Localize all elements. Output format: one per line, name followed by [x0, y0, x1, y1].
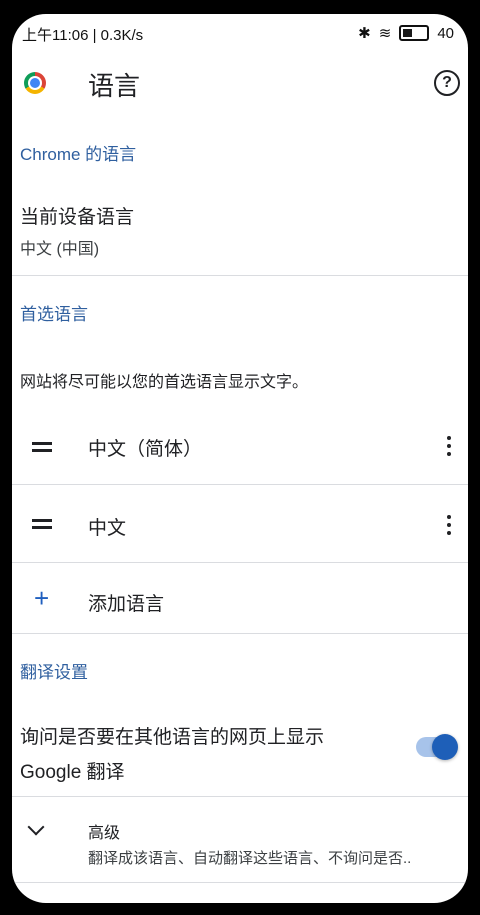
device-frame: 上午11:06 | 0.3K/s ✱ ≋ 40 语言 ? Chrome 的语言 …: [0, 0, 480, 915]
advanced-row[interactable]: 高级 翻译成该语言、自动翻译这些语言、不询问是否..: [12, 797, 468, 877]
device-language-label: 当前设备语言: [20, 207, 135, 228]
bluetooth-icon: ✱: [358, 25, 371, 42]
language-item-1[interactable]: 中文（简体）: [12, 408, 468, 484]
section-preferred-languages: 首选语言: [20, 305, 88, 324]
drag-handle-icon[interactable]: [32, 442, 52, 452]
battery-percent: 40: [437, 24, 454, 42]
more-vert-icon[interactable]: [446, 434, 452, 456]
status-time: 上午11:06 | 0.3K/s: [22, 27, 144, 44]
app-bar: 语言 ?: [12, 54, 468, 114]
status-bar: 上午11:06 | 0.3K/s ✱ ≋ 40: [12, 14, 468, 54]
device-language-value: 中文 (中国): [20, 241, 100, 258]
language-item-label: 中文（简体）: [88, 439, 203, 460]
translate-offer-row[interactable]: 询问是否要在其他语言的网页上显示 Google 翻译: [20, 722, 400, 784]
section-translate-settings: 翻译设置: [20, 663, 88, 682]
drag-handle-icon[interactable]: [32, 519, 52, 529]
divider: [12, 882, 468, 883]
more-vert-icon[interactable]: [446, 513, 452, 535]
divider: [12, 275, 468, 276]
device-language-row: 当前设备语言 中文 (中国): [20, 202, 468, 259]
language-item-2[interactable]: 中文: [12, 485, 468, 561]
status-right: ✱ ≋ 40: [358, 24, 454, 43]
section-chrome-languages: Chrome 的语言: [20, 145, 137, 164]
page-title: 语言: [88, 71, 141, 101]
add-icon[interactable]: +: [34, 585, 49, 611]
language-item-label: 中文: [88, 518, 127, 539]
add-language-row[interactable]: + 添加语言: [12, 563, 468, 633]
chrome-logo-icon: [24, 72, 46, 94]
chevron-down-icon[interactable]: [27, 818, 45, 836]
translate-offer-line2: Google 翻译: [20, 762, 125, 783]
divider: [12, 633, 468, 634]
screen: 上午11:06 | 0.3K/s ✱ ≋ 40 语言 ? Chrome 的语言 …: [12, 14, 468, 903]
wifi-icon: ≋: [378, 25, 392, 42]
preferred-description: 网站将尽可能以您的首选语言显示文字。: [20, 374, 309, 391]
add-language-label: 添加语言: [88, 594, 165, 615]
translate-offer-line1: 询问是否要在其他语言的网页上显示: [20, 727, 325, 748]
battery-icon: [399, 25, 430, 41]
advanced-subtitle: 翻译成该语言、自动翻译这些语言、不询问是否..: [88, 850, 412, 867]
translate-toggle[interactable]: [416, 734, 458, 760]
advanced-title: 高级: [88, 825, 121, 842]
help-icon[interactable]: ?: [434, 70, 460, 96]
